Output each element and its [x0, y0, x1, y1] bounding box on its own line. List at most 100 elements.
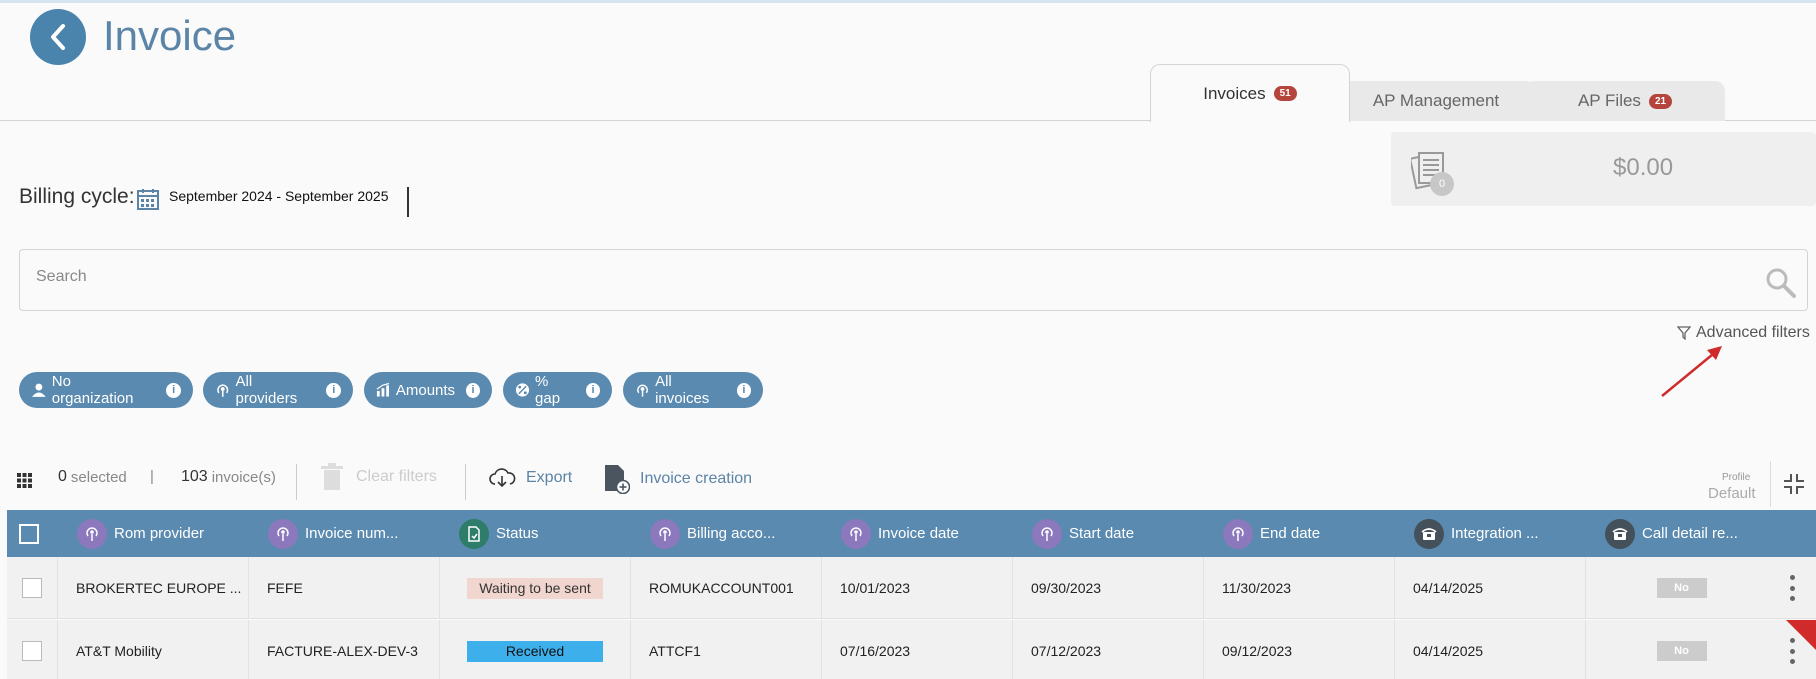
cell-call-detail: No: [1586, 620, 1777, 679]
filter-chip-invoices[interactable]: All invoices i: [623, 372, 763, 408]
count-separator: |: [150, 468, 154, 485]
row-checkbox[interactable]: [22, 578, 42, 598]
filter-chip-organization[interactable]: No organization i: [19, 372, 193, 408]
trash-icon: [321, 463, 343, 490]
info-icon[interactable]: i: [466, 382, 480, 398]
tab-badge: 21: [1648, 93, 1673, 109]
selection-total-amount: $0.00: [1613, 154, 1674, 181]
filter-chip-providers[interactable]: All providers i: [203, 372, 353, 408]
grid-view-icon[interactable]: [17, 473, 32, 488]
organization-icon: [31, 383, 46, 397]
column-label: Invoice num...: [305, 525, 399, 542]
status-badge: Waiting to be sent: [467, 577, 603, 599]
status-badge: Received: [467, 640, 603, 662]
column-label: Call detail re...: [1642, 525, 1738, 542]
antenna-icon: [1223, 518, 1253, 549]
chart-icon: [376, 382, 390, 397]
filter-icon: [1677, 326, 1691, 340]
profile-label: Profile: [1722, 472, 1751, 483]
antenna-icon: [268, 518, 298, 549]
cell-integration: 04/14/2025: [1395, 620, 1586, 679]
column-billing-account[interactable]: Billing acco...: [650, 510, 775, 557]
column-status[interactable]: Status: [459, 510, 539, 557]
column-invoice-number[interactable]: Invoice num...: [268, 510, 398, 557]
column-rom-provider[interactable]: Rom provider: [77, 510, 204, 557]
chip-label: All providers: [235, 373, 298, 407]
cell-start-date: 09/30/2023: [1013, 557, 1204, 619]
page-title: Invoice: [103, 12, 237, 59]
tab-ap-management[interactable]: AP Management: [1336, 81, 1536, 121]
antenna-icon: [217, 384, 229, 397]
billing-cycle-selector[interactable]: September 2024 - September 2025: [169, 188, 388, 204]
row-menu-icon[interactable]: [1787, 575, 1797, 601]
tab-ap-files[interactable]: AP Files 21: [1525, 81, 1725, 121]
toolbar-divider: [296, 464, 297, 500]
cell-invoice-number: FACTURE-ALEX-DEV-3: [249, 620, 440, 679]
info-icon[interactable]: i: [585, 382, 601, 398]
billing-cycle-label: Billing cycle:: [19, 185, 135, 208]
search-icon[interactable]: [1765, 267, 1797, 299]
info-icon[interactable]: i: [326, 382, 341, 398]
column-label: Start date: [1069, 525, 1135, 542]
collapse-icon: [1783, 474, 1804, 494]
column-label: Status: [496, 525, 539, 542]
antenna-icon: [77, 518, 107, 549]
antenna-icon: [841, 518, 871, 549]
cell-end-date: 11/30/2023: [1204, 557, 1395, 619]
column-invoice-date[interactable]: Invoice date: [841, 510, 959, 557]
checkbox[interactable]: [19, 523, 39, 544]
call-detail-badge: No: [1656, 641, 1707, 661]
select-all-checkbox[interactable]: [19, 510, 39, 557]
tab-label: AP Files: [1577, 91, 1641, 110]
search-input[interactable]: [36, 268, 1736, 286]
column-call-detail[interactable]: Call detail re...: [1605, 510, 1738, 557]
export-label: Export: [526, 469, 573, 486]
row-select-cell: [7, 557, 58, 619]
cloud-download-icon: [489, 468, 516, 488]
cell-billing-account: ROMUKACCOUNT001: [631, 557, 822, 619]
profile-selector[interactable]: Default: [1708, 485, 1756, 502]
info-icon[interactable]: i: [166, 382, 181, 398]
cell-integration: 04/14/2025: [1395, 557, 1586, 619]
tab-label: Invoices: [1203, 83, 1266, 103]
clear-filters-button[interactable]: Clear filters: [320, 463, 437, 491]
phone-icon: [1605, 518, 1635, 549]
filter-chip-gap[interactable]: % gap i: [503, 372, 612, 408]
tab-invoices[interactable]: Invoices 51: [1150, 64, 1350, 122]
toolbar-divider: [465, 464, 466, 500]
invoice-label: invoice(s): [211, 468, 276, 486]
collapse-view-button[interactable]: [1770, 461, 1816, 507]
tab-badge: 51: [1273, 86, 1297, 101]
cell-status: Received: [440, 620, 631, 679]
column-label: Rom provider: [114, 525, 205, 542]
add-document-icon: [605, 465, 630, 494]
cell-status: Waiting to be sent: [440, 557, 631, 619]
row-select-cell: [7, 620, 58, 679]
document-icon: [459, 518, 489, 549]
antenna-icon: [637, 384, 648, 397]
cell-invoice-number: FEFE: [249, 557, 440, 619]
column-label: Integration ...: [1451, 525, 1539, 542]
table-row[interactable]: BROKERTEC EUROPE ... FEFE Waiting to be …: [7, 557, 1816, 619]
chevron-left-icon: [51, 24, 65, 50]
invoice-creation-button[interactable]: Invoice creation: [604, 464, 752, 494]
clear-filters-label: Clear filters: [356, 468, 437, 485]
selected-number: 0: [58, 468, 67, 485]
top-border: [0, 0, 1816, 3]
row-checkbox[interactable]: [22, 641, 42, 661]
row-menu-icon[interactable]: [1787, 638, 1797, 664]
column-start-date[interactable]: Start date: [1032, 510, 1134, 557]
filter-chip-amounts[interactable]: Amounts i: [364, 372, 492, 408]
cell-call-detail: No: [1586, 557, 1777, 619]
invoice-creation-label: Invoice creation: [640, 470, 753, 487]
chip-label: No organization: [51, 373, 134, 407]
chip-label: Amounts: [395, 381, 456, 399]
column-end-date[interactable]: End date: [1223, 510, 1320, 557]
back-button[interactable]: [30, 9, 86, 65]
column-integration[interactable]: Integration ...: [1414, 510, 1539, 557]
table-row[interactable]: AT&T Mobility FACTURE-ALEX-DEV-3 Receive…: [7, 620, 1816, 679]
calendar-icon[interactable]: [137, 188, 159, 210]
search-box: [19, 249, 1808, 311]
export-button[interactable]: Export: [488, 468, 572, 488]
info-icon[interactable]: i: [736, 382, 751, 398]
